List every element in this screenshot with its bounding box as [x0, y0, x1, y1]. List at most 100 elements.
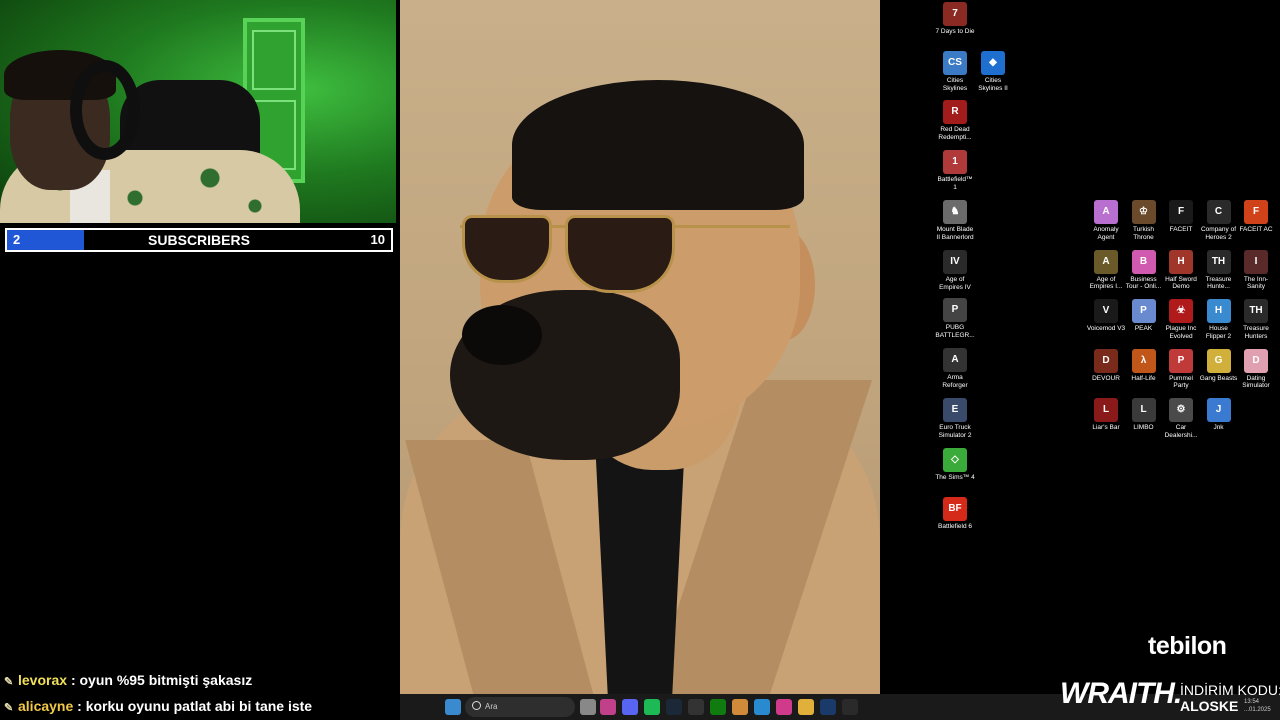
desktop-shortcut-label: Voicemod V3	[1086, 325, 1126, 332]
desktop-shortcut[interactable]: C Company of Heroes 2	[1199, 200, 1239, 241]
edge-icon[interactable]	[754, 699, 770, 715]
desktop-shortcut-label: House Flipper 2	[1205, 325, 1232, 340]
treasure-icon: TH	[1206, 249, 1231, 274]
haircut	[512, 80, 804, 210]
desktop-shortcut[interactable]: P Pummel Party	[1161, 348, 1201, 390]
desktop-shortcut[interactable]: A Arma Reforger	[935, 348, 975, 389]
desktop-shortcut[interactable]: L Liar's Bar	[1086, 398, 1126, 432]
chat-text: : oyun %95 bitmişti şakasız	[70, 672, 253, 688]
desktop-shortcut-label: Treasure Hunters	[1243, 325, 1269, 340]
task-view-icon[interactable]	[580, 699, 596, 715]
desktop-shortcut-label: Battlefield™ 1	[937, 176, 973, 191]
epic-icon[interactable]	[688, 699, 704, 715]
xbox-icon[interactable]	[710, 699, 726, 715]
desktop-shortcut-label: Half-Life	[1131, 374, 1156, 382]
desktop-shortcut-label: Company of Heroes 2	[1200, 226, 1237, 241]
subscriber-goal-bar: 2 SUBSCRIBERS 10	[5, 228, 393, 252]
search-icon	[472, 701, 481, 710]
desktop-shortcut-label: Treasure Hunte...	[1205, 275, 1232, 291]
desktop-shortcut[interactable]: ◇ The Sims™ 4	[935, 448, 975, 482]
desktop-shortcut-label: Business Tour - Onli...	[1125, 275, 1162, 291]
door-panel	[252, 30, 296, 90]
desktop-shortcut-label: Liar's Bar	[1092, 424, 1120, 431]
chat-badge-icon: ✎	[4, 702, 14, 714]
desktop-shortcut[interactable]: 1 Battlefield™ 1	[935, 150, 975, 191]
app-pink-icon[interactable]	[600, 699, 616, 715]
gang-icon: G	[1206, 348, 1231, 373]
windows-start-icon[interactable]	[445, 699, 461, 715]
spotify-icon[interactable]	[644, 699, 660, 715]
desktop-shortcut-label: Cities Skylines II	[978, 77, 1008, 92]
desktop-shortcut[interactable]: TH Treasure Hunte...	[1199, 249, 1239, 291]
desktop-shortcut[interactable]: BF Battlefield 6	[935, 497, 975, 531]
desktop-shortcut[interactable]: TH Treasure Hunters	[1236, 299, 1276, 340]
steam-icon[interactable]	[666, 699, 682, 715]
sims-icon: ◇	[943, 448, 967, 472]
instagram-icon[interactable]	[776, 699, 792, 715]
sunglasses-lens	[462, 215, 552, 283]
bf1-icon: 1	[943, 150, 967, 174]
desktop-shortcut[interactable]: IV Age of Empires IV	[935, 250, 975, 291]
headset	[70, 60, 140, 160]
desktop-shortcut[interactable]: ♞ Mount Blade II Bannerlord	[935, 200, 975, 241]
desktop-shortcut-label: Euro Truck Simulator 2	[938, 424, 972, 439]
7days-icon: 7	[943, 2, 967, 26]
discount-label: İNDİRİM KODU:	[1180, 682, 1280, 698]
desktop-shortcut-label: Battlefield 6	[938, 523, 972, 530]
desktop-shortcut-label: Plague Inc Evolved	[1165, 325, 1197, 340]
desktop-shortcut[interactable]: F FACEIT AC	[1236, 200, 1276, 234]
taskbar-time: 13:54	[1244, 699, 1260, 705]
desktop-shortcut[interactable]: V Voicemod V3	[1086, 299, 1126, 333]
taskbar-search[interactable]: Ara	[465, 697, 575, 717]
desktop-shortcut[interactable]: A Age of Empires I...	[1086, 249, 1126, 291]
jnk-icon: J	[1206, 398, 1231, 422]
desktop-shortcut[interactable]: ◆ Cities Skylines II	[973, 51, 1013, 92]
obs-icon[interactable]	[842, 699, 858, 715]
aoe4-icon: IV	[943, 250, 967, 274]
desktop-shortcut-label: Age of Empires I...	[1089, 275, 1123, 291]
discord-icon[interactable]	[622, 699, 638, 715]
desktop-shortcut-label: FACEIT	[1169, 226, 1193, 233]
desktop-shortcut-label: Car Dealershi...	[1164, 424, 1198, 439]
desktop-shortcut[interactable]: H House Flipper 2	[1199, 299, 1239, 340]
desktop-shortcut[interactable]: B Business Tour - Onli...	[1124, 249, 1164, 291]
desktop-shortcut[interactable]: G Gang Beasts	[1199, 348, 1239, 383]
search-placeholder: Ara	[485, 702, 498, 711]
desktop-shortcut[interactable]: I The Inn-Sanity	[1236, 249, 1276, 291]
desktop-shortcut[interactable]: CS Cities Skylines	[935, 51, 975, 92]
desktop-shortcut[interactable]: H Half Sword Demo	[1161, 249, 1201, 291]
photoshop-icon[interactable]	[820, 699, 836, 715]
dating-icon: D	[1244, 348, 1268, 373]
chat-badge-icon: ✎	[4, 676, 14, 688]
desktop-shortcut[interactable]: D Dating Simulator	[1236, 348, 1276, 390]
desktop-shortcut-label: PUBG BATTLEGR...	[935, 324, 975, 339]
desktop-shortcut[interactable]: ♔ Turkish Throne	[1124, 200, 1164, 241]
bannerlord-icon: ♞	[943, 200, 967, 224]
desktop-shortcut[interactable]: P PEAK	[1124, 299, 1164, 333]
explorer-icon[interactable]	[798, 699, 814, 715]
desktop-shortcut[interactable]: ☣ Plague Inc Evolved	[1161, 299, 1201, 340]
desktop-shortcut[interactable]: R Red Dead Redempti...	[935, 100, 975, 141]
arma-icon: A	[943, 348, 967, 372]
desktop-shortcut-label: Half Sword Demo	[1165, 275, 1197, 291]
nose	[462, 305, 542, 365]
sponsor-logo: tebilon	[1148, 632, 1227, 660]
desktop-shortcut-label: LIMBO	[1133, 424, 1154, 431]
desktop-shortcut[interactable]: A Anomaly Agent	[1086, 200, 1126, 241]
discount-code: ALOSKE	[1180, 698, 1239, 714]
desktop-shortcut[interactable]: F FACEIT	[1161, 200, 1201, 234]
faceit-ac-icon: F	[1244, 200, 1268, 224]
inn-icon: I	[1244, 249, 1268, 274]
ets2-icon: E	[943, 398, 967, 422]
desktop-shortcut[interactable]: L LIMBO	[1124, 398, 1164, 432]
desktop-shortcut[interactable]: J Jnk	[1199, 398, 1239, 432]
desktop-shortcut[interactable]: P PUBG BATTLEGR...	[935, 298, 975, 339]
desktop-shortcut[interactable]: D DEVOUR	[1086, 348, 1126, 383]
wraith-logo: WRAITH.	[1060, 677, 1182, 710]
desktop-shortcut[interactable]: ⚙ Car Dealershi...	[1161, 398, 1201, 439]
desktop-shortcut[interactable]: λ Half-Life	[1124, 348, 1164, 383]
desktop-shortcut[interactable]: 7 7 Days to Die	[935, 2, 975, 36]
desktop-shortcut[interactable]: E Euro Truck Simulator 2	[935, 398, 975, 439]
app-colorful-icon[interactable]	[732, 699, 748, 715]
sunglasses-lens	[565, 215, 675, 293]
